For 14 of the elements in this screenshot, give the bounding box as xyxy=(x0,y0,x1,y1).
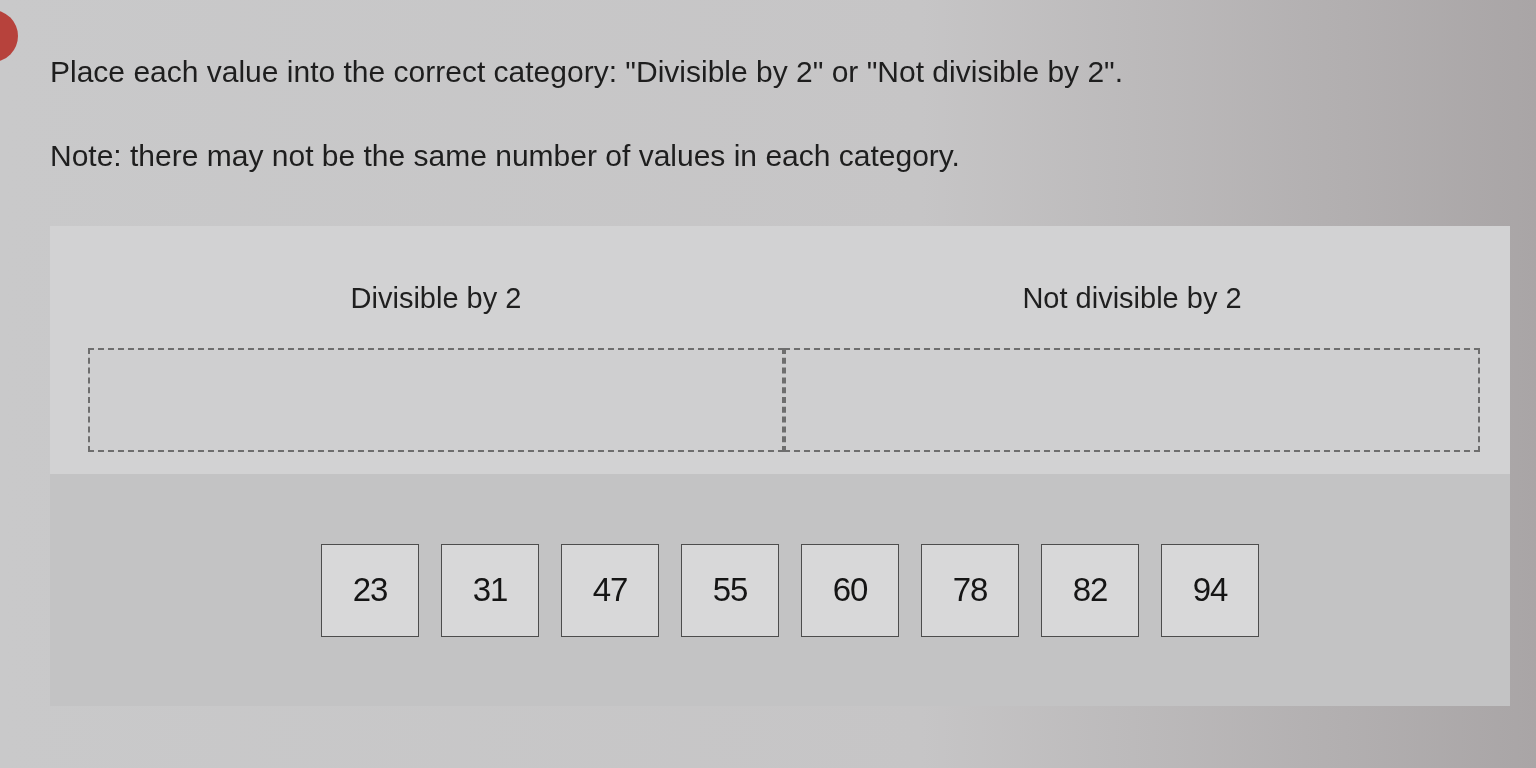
category-title: Divisible by 2 xyxy=(350,281,522,316)
value-tile[interactable]: 94 xyxy=(1161,543,1259,637)
value-tile[interactable]: 60 xyxy=(801,543,899,637)
value-tile[interactable]: 55 xyxy=(681,543,779,637)
value-tile[interactable]: 82 xyxy=(1041,543,1139,637)
drop-zone[interactable] xyxy=(784,348,1480,452)
drop-zone[interactable] xyxy=(88,348,784,452)
value-tile[interactable]: 47 xyxy=(561,543,659,637)
instruction-text: Note: there may not be the same number of values in each category. xyxy=(50,138,961,174)
category-title: Not divisible by 2 xyxy=(1022,281,1242,316)
value-tile[interactable]: 78 xyxy=(921,543,1019,637)
value-tile[interactable]: 23 xyxy=(321,543,419,637)
instruction-text: Place each value into the correct category: "Divisible by 2" or "Not divisible by 2". xyxy=(50,54,1125,90)
value-tile[interactable]: 31 xyxy=(441,543,539,637)
